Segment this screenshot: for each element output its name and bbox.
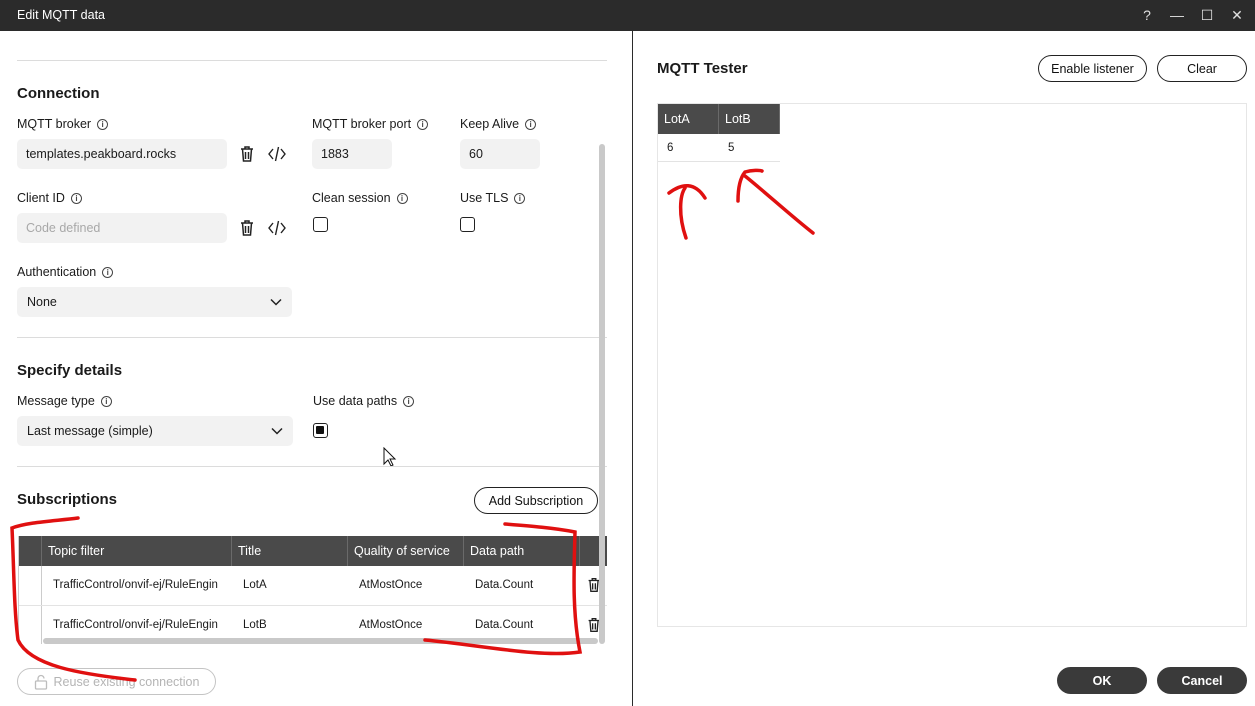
col-data-path[interactable]: Data path bbox=[464, 536, 580, 566]
info-icon[interactable]: i bbox=[525, 118, 537, 130]
auth-label-text: Authentication bbox=[17, 265, 97, 279]
broker-input[interactable]: templates.peakboard.rocks bbox=[17, 139, 227, 169]
port-label-text: MQTT broker port bbox=[312, 117, 412, 131]
delete-clientid-icon[interactable] bbox=[237, 218, 257, 238]
help-icon[interactable]: ? bbox=[1137, 5, 1157, 25]
add-subscription-button[interactable]: Add Subscription bbox=[474, 487, 598, 514]
cell-data-path[interactable]: Data.Count bbox=[464, 566, 580, 605]
auth-label: Authentication i bbox=[17, 265, 114, 279]
pane-divider bbox=[632, 31, 633, 706]
info-icon[interactable]: i bbox=[417, 118, 429, 130]
window-title: Edit MQTT data bbox=[17, 8, 105, 22]
divider bbox=[17, 337, 607, 338]
use-data-paths-label-text: Use data paths bbox=[313, 394, 398, 408]
clientid-label: Client ID i bbox=[17, 191, 82, 205]
cell-topic[interactable]: TrafficControl/onvif-ej/RuleEngin bbox=[42, 566, 232, 605]
details-heading: Specify details bbox=[17, 362, 123, 379]
enable-listener-button[interactable]: Enable listener bbox=[1038, 55, 1147, 82]
info-icon[interactable]: i bbox=[97, 118, 109, 130]
use-data-paths-label: Use data paths i bbox=[313, 394, 415, 408]
divider bbox=[17, 466, 607, 467]
chevron-down-icon bbox=[270, 298, 282, 306]
subscriptions-table: Topic filter Title Quality of service Da… bbox=[18, 536, 607, 644]
horizontal-scrollbar[interactable] bbox=[43, 638, 598, 644]
message-type-value: Last message (simple) bbox=[27, 424, 153, 438]
clear-button[interactable]: Clear bbox=[1157, 55, 1247, 82]
message-type-select[interactable]: Last message (simple) bbox=[17, 416, 293, 446]
minimize-icon[interactable]: — bbox=[1167, 5, 1187, 25]
code-clientid-icon[interactable] bbox=[267, 218, 287, 238]
lock-icon bbox=[34, 674, 47, 690]
tester-col-lotb[interactable]: LotB bbox=[719, 104, 780, 134]
divider bbox=[17, 60, 607, 61]
keepalive-label-text: Keep Alive bbox=[460, 117, 520, 131]
clientid-label-text: Client ID bbox=[17, 191, 65, 205]
auth-select-value: None bbox=[27, 295, 57, 309]
info-icon[interactable]: i bbox=[102, 266, 114, 278]
use-data-paths-checkbox[interactable] bbox=[313, 423, 328, 438]
subscriptions-heading: Subscriptions bbox=[17, 491, 118, 508]
tester-cell-lota: 6 bbox=[658, 134, 719, 162]
table-row[interactable]: TrafficControl/onvif-ej/RuleEngin LotA A… bbox=[19, 566, 607, 606]
col-qos[interactable]: Quality of service bbox=[348, 536, 464, 566]
maximize-icon[interactable]: ☐ bbox=[1197, 5, 1217, 25]
message-type-label-text: Message type bbox=[17, 394, 95, 408]
info-icon[interactable]: i bbox=[100, 395, 112, 407]
tester-col-lota[interactable]: LotA bbox=[658, 104, 719, 134]
info-icon[interactable]: i bbox=[396, 192, 408, 204]
clean-session-checkbox[interactable] bbox=[313, 217, 328, 232]
cell-title[interactable]: LotA bbox=[232, 566, 348, 605]
info-icon[interactable]: i bbox=[514, 192, 526, 204]
use-tls-label-text: Use TLS bbox=[460, 191, 509, 205]
code-broker-icon[interactable] bbox=[267, 144, 287, 164]
keepalive-label: Keep Alive i bbox=[460, 117, 537, 131]
chevron-down-icon bbox=[271, 427, 283, 435]
row-selector[interactable] bbox=[19, 566, 42, 605]
info-icon[interactable]: i bbox=[403, 395, 415, 407]
row-header-cell bbox=[19, 536, 42, 566]
tester-panel: LotA LotB 6 5 bbox=[657, 103, 1247, 627]
broker-label-text: MQTT broker bbox=[17, 117, 92, 131]
table-header: Topic filter Title Quality of service Da… bbox=[19, 536, 607, 566]
message-type-label: Message type i bbox=[17, 394, 112, 408]
clean-session-label: Clean session i bbox=[312, 191, 408, 205]
clientid-input[interactable]: Code defined bbox=[17, 213, 227, 243]
info-icon[interactable]: i bbox=[70, 192, 82, 204]
tester-title: MQTT Tester bbox=[657, 60, 748, 77]
tester-cell-lotb: 5 bbox=[719, 134, 780, 162]
port-input[interactable]: 1883 bbox=[312, 139, 392, 169]
cancel-button[interactable]: Cancel bbox=[1157, 667, 1247, 694]
row-selector[interactable] bbox=[19, 606, 42, 644]
cell-qos[interactable]: AtMostOnce bbox=[348, 566, 464, 605]
delete-broker-icon[interactable] bbox=[237, 144, 257, 164]
connection-heading: Connection bbox=[17, 85, 100, 102]
broker-label: MQTT broker i bbox=[17, 117, 109, 131]
col-title[interactable]: Title bbox=[232, 536, 348, 566]
reuse-connection-label: Reuse existing connection bbox=[53, 674, 200, 689]
port-label: MQTT broker port i bbox=[312, 117, 429, 131]
use-tls-label: Use TLS i bbox=[460, 191, 526, 205]
vertical-scrollbar[interactable] bbox=[599, 144, 605, 644]
keepalive-input[interactable]: 60 bbox=[460, 139, 540, 169]
auth-select[interactable]: None bbox=[17, 287, 292, 317]
title-bar: Edit MQTT data ? — ☐ ✕ bbox=[0, 0, 1255, 31]
mouse-cursor-icon bbox=[383, 447, 397, 467]
ok-button[interactable]: OK bbox=[1057, 667, 1147, 694]
use-tls-checkbox[interactable] bbox=[460, 217, 475, 232]
reuse-connection-button[interactable]: Reuse existing connection bbox=[17, 668, 216, 695]
clean-session-label-text: Clean session bbox=[312, 191, 391, 205]
close-icon[interactable]: ✕ bbox=[1227, 5, 1247, 25]
col-topic-filter[interactable]: Topic filter bbox=[42, 536, 232, 566]
